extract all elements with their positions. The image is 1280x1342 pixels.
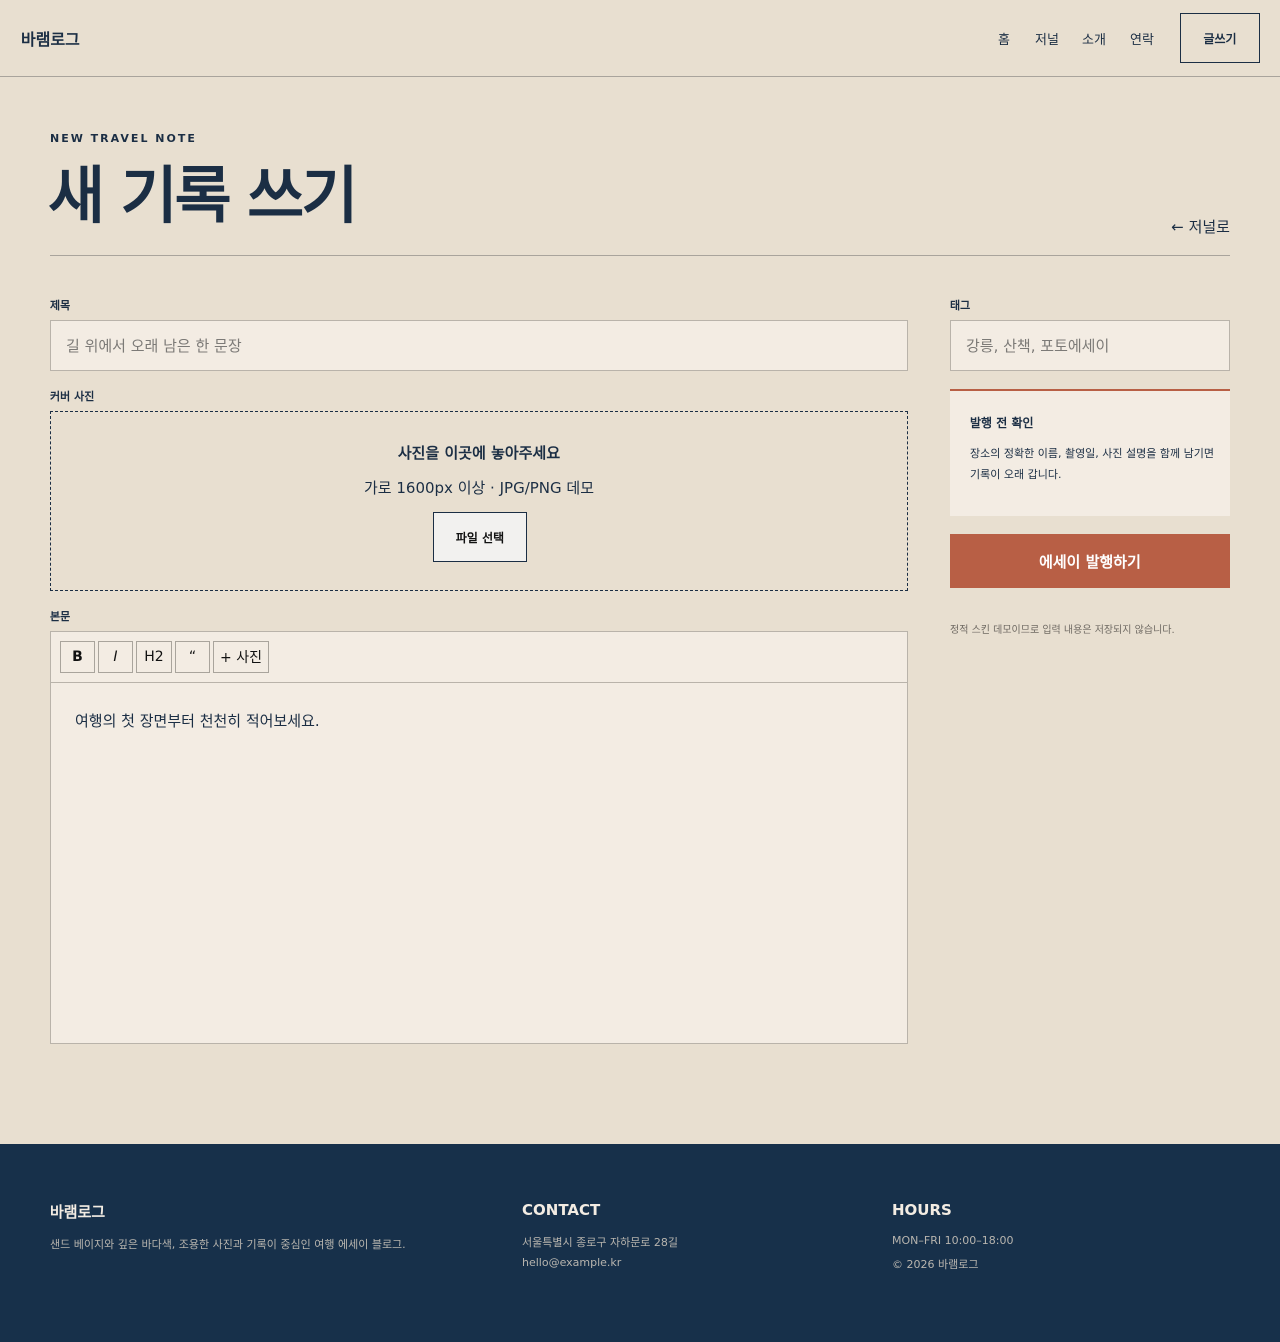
footer-brand: 바램로그 [50,1203,106,1221]
page-eyebrow: NEW TRAVEL NOTE [50,132,197,145]
nav-contact[interactable]: 연락 [1130,29,1154,48]
body-editor[interactable]: B I H2 “ + 사진 여행의 첫 장면부터 천천히 적어보세요. [50,631,908,1044]
pre-publish-title: 발행 전 확인 [970,416,1034,430]
footer-address: 서울특별시 종로구 자하문로 28길 [522,1236,679,1249]
write-button[interactable]: 글쓰기 [1180,13,1260,63]
file-select-button[interactable]: 파일 선택 [433,512,527,562]
title-input[interactable] [50,320,908,371]
editor-content[interactable]: 여행의 첫 장면부터 천천히 적어보세요. [75,710,320,731]
main-nav: 홈 저널 소개 연락 [0,29,1280,49]
publish-button[interactable]: 에세이 발행하기 [950,534,1230,588]
contact-heading: CONTACT [522,1201,601,1219]
site-footer: 바램로그 샌드 베이지와 깊은 바다색, 조용한 사진과 기록이 중심인 여행 … [0,1144,1280,1342]
demo-note: 정적 스킨 데모이므로 입력 내용은 저장되지 않습니다. [950,625,1175,636]
editor-toolbar: B I H2 “ + 사진 [51,632,907,683]
nav-home[interactable]: 홈 [998,29,1010,48]
tags-label: 태그 [950,299,971,312]
nav-journal[interactable]: 저널 [1035,29,1059,48]
hours-heading: HOURS [892,1201,952,1219]
back-to-journal-link[interactable]: ← 저널로 [1171,216,1230,237]
pre-publish-text: 장소의 정확한 이름, 촬영일, 사진 설명을 함께 남기면 기록이 오래 갑니… [970,447,1214,481]
page-title: 새 기록 쓰기 [48,159,358,232]
insert-photo-button[interactable]: + 사진 [213,641,269,673]
pre-publish-card: 발행 전 확인 장소의 정확한 이름, 촬영일, 사진 설명을 함께 남기면 기… [950,389,1230,516]
footer-copyright: © 2026 바램로그 [892,1258,979,1271]
site-header: 바램로그 홈 저널 소개 연락 글쓰기 [0,0,1280,77]
cover-label: 커버 사진 [50,390,95,403]
italic-button[interactable]: I [98,641,133,673]
tags-input[interactable] [950,320,1230,371]
dropzone-hint: 가로 1600px 이상 · JPG/PNG 데모 [363,479,595,497]
footer-description: 샌드 베이지와 깊은 바다색, 조용한 사진과 기록이 중심인 여행 에세이 블… [50,1238,406,1251]
quote-button[interactable]: “ [175,641,210,673]
nav-about[interactable]: 소개 [1082,29,1106,48]
footer-hours: MON–FRI 10:00–18:00 [892,1234,1014,1247]
footer-email[interactable]: hello@example.kr [522,1256,621,1269]
heading-button[interactable]: H2 [136,641,172,673]
cover-dropzone[interactable]: 사진을 이곳에 놓아주세요 가로 1600px 이상 · JPG/PNG 데모 … [50,411,908,591]
bold-button[interactable]: B [60,641,95,673]
title-divider [50,255,1230,256]
title-label: 제목 [50,299,71,312]
dropzone-title: 사진을 이곳에 놓아주세요 [397,444,561,462]
body-label: 본문 [50,610,71,623]
